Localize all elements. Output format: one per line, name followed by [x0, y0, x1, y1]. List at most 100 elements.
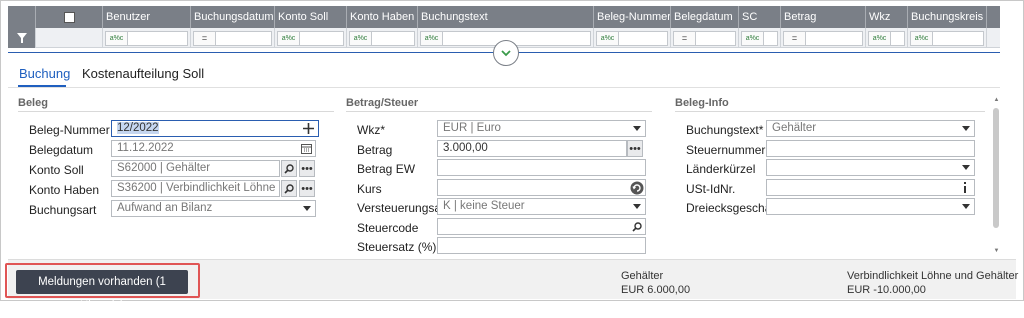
buchungstext-dropdown[interactable]: [958, 121, 973, 136]
expand-button[interactable]: [493, 40, 519, 66]
label-laenderkuerzel: Länderkürzel: [686, 162, 756, 176]
more-icon: •••: [629, 142, 641, 155]
filter-benutzer[interactable]: a%c: [103, 28, 191, 48]
grid-header: Benutzer Buchungsdatum Konto Soll Konto …: [8, 6, 1000, 28]
konto-soll-search-button[interactable]: [281, 160, 297, 177]
dreiecksgeschaeft-dropdown[interactable]: [958, 199, 973, 214]
date-picker-button[interactable]: [299, 141, 314, 156]
select-all-column[interactable]: [36, 6, 103, 28]
section-title-beleg-info: Beleg-Info: [675, 97, 729, 109]
col-header-sc[interactable]: SC: [739, 6, 781, 28]
konto-haben-field[interactable]: S36200 | Verbindlichkeit Löhne und G: [111, 180, 280, 197]
betrag-more-button[interactable]: •••: [627, 140, 643, 157]
col-header-wkz[interactable]: Wkz: [866, 6, 908, 28]
col-header-beleg-nummer[interactable]: Beleg-Nummer: [594, 6, 671, 28]
filter-konto-soll[interactable]: a%c: [275, 28, 347, 48]
section-divider: [675, 111, 985, 112]
ust-idnr-info-button[interactable]: [957, 179, 973, 196]
select-all-checkbox[interactable]: [63, 11, 75, 23]
col-header-buchungskreis[interactable]: Buchungskreis: [908, 6, 987, 28]
wkz-dropdown[interactable]: [629, 121, 644, 136]
more-icon: •••: [301, 162, 313, 175]
scrollbar-thumb[interactable]: [993, 108, 999, 228]
laenderkuerzel-select[interactable]: [766, 159, 975, 176]
label-betrag-ew: Betrag EW: [357, 162, 416, 176]
label-steuernummer: Steuernummer: [686, 143, 766, 157]
betrag-ew-field[interactable]: [437, 159, 646, 176]
buchungsart-dropdown[interactable]: [299, 201, 314, 216]
section-title-betrag-steuer: Betrag/Steuer: [346, 97, 419, 109]
col-header-buchungsdatum[interactable]: Buchungsdatum: [191, 6, 275, 28]
konto-soll-more-button[interactable]: •••: [299, 160, 315, 177]
add-button[interactable]: [300, 120, 316, 137]
messages-button[interactable]: Meldungen vorhanden (1 Hinweis): [16, 270, 188, 312]
steuercode-search-button[interactable]: [629, 219, 644, 234]
col-header-belegdatum[interactable]: Belegdatum: [671, 6, 739, 28]
belegdatum-field[interactable]: 11.12.2022: [111, 140, 316, 157]
steuernummer-field[interactable]: [766, 140, 975, 157]
kurs-field[interactable]: [437, 179, 646, 196]
info-icon: [964, 182, 966, 193]
filter-op[interactable]: =: [674, 31, 696, 45]
label-betrag: Betrag: [357, 143, 393, 157]
chevron-down-icon: [632, 204, 641, 209]
col-header-betrag[interactable]: Betrag: [781, 6, 866, 28]
filter-belegdatum[interactable]: =: [671, 28, 739, 48]
filter-buchungskreis[interactable]: a%c: [908, 28, 987, 48]
tab-divider: [8, 87, 1000, 88]
ust-idnr-field[interactable]: [766, 179, 975, 196]
versteuerungsart-select[interactable]: K | keine Steuer: [437, 198, 646, 215]
col-header-konto-haben[interactable]: Konto Haben: [347, 6, 418, 28]
search-icon: [631, 221, 642, 232]
filter-buchungsdatum[interactable]: =: [191, 28, 275, 48]
filter-op[interactable]: a%c: [106, 31, 128, 45]
label-steuersatz: Steuersatz (%): [357, 240, 437, 254]
label-ust-idnr: USt-IdNr.: [686, 182, 736, 196]
konto-soll-field[interactable]: S62000 | Gehälter: [111, 160, 280, 177]
betrag-field[interactable]: 3.000,00: [437, 140, 627, 157]
scroll-down-arrow[interactable]: ▼: [993, 248, 1000, 254]
filter-betrag[interactable]: =: [781, 28, 866, 48]
chevron-down-icon: [961, 204, 970, 209]
buchungsart-select[interactable]: Aufwand an Bilanz: [111, 200, 316, 217]
konto-haben-more-button[interactable]: •••: [299, 180, 315, 197]
label-dreiecksgeschaeft: Dreiecksgeschäft: [686, 201, 779, 215]
laenderkuerzel-dropdown[interactable]: [958, 160, 973, 175]
tab-buchung[interactable]: Buchung: [19, 66, 70, 81]
col-header-buchungstext[interactable]: Buchungstext: [418, 6, 594, 28]
filter-op[interactable]: =: [194, 31, 216, 45]
filter-op[interactable]: a%c: [742, 31, 764, 45]
buchungstext-select[interactable]: Gehälter: [766, 120, 975, 137]
steuercode-field[interactable]: [437, 218, 646, 235]
filter-op[interactable]: a%c: [911, 31, 933, 45]
section-divider: [18, 111, 334, 112]
filter-beleg-nummer[interactable]: a%c: [594, 28, 671, 48]
chevron-down-icon: [302, 206, 311, 211]
col-header-konto-soll[interactable]: Konto Soll: [275, 6, 347, 28]
haben-account-amount: EUR -10.000,00: [847, 284, 926, 296]
filter-op[interactable]: a%c: [869, 31, 891, 45]
steuersatz-field[interactable]: [437, 237, 646, 254]
filter-op[interactable]: =: [784, 31, 806, 45]
filter-op[interactable]: a%c: [597, 31, 619, 45]
label-wkz: Wkz*: [357, 123, 385, 137]
filter-sc[interactable]: a%c: [739, 28, 781, 48]
dreiecksgeschaeft-select[interactable]: [766, 198, 975, 215]
scroll-up-arrow[interactable]: ▲: [993, 97, 1000, 103]
filter-wkz[interactable]: a%c: [866, 28, 908, 48]
label-steuercode: Steuercode: [357, 221, 419, 235]
filter-op[interactable]: a%c: [350, 31, 372, 45]
filter-op[interactable]: a%c: [278, 31, 300, 45]
beleg-nummer-field[interactable]: 12/2022: [111, 120, 319, 137]
konto-haben-search-button[interactable]: [281, 180, 297, 197]
filter-toggle[interactable]: [8, 28, 36, 48]
filter-op[interactable]: a%c: [421, 31, 443, 45]
versteuerungsart-dropdown[interactable]: [629, 199, 644, 214]
calendar-icon: [301, 144, 312, 154]
kurs-refresh-button[interactable]: [629, 180, 644, 195]
wkz-select[interactable]: EUR | Euro: [437, 120, 646, 137]
filter-konto-haben[interactable]: a%c: [347, 28, 418, 48]
plus-icon: [302, 123, 314, 134]
col-header-benutzer[interactable]: Benutzer: [103, 6, 191, 28]
tab-kostenaufteilung-soll[interactable]: Kostenaufteilung Soll: [82, 66, 204, 81]
